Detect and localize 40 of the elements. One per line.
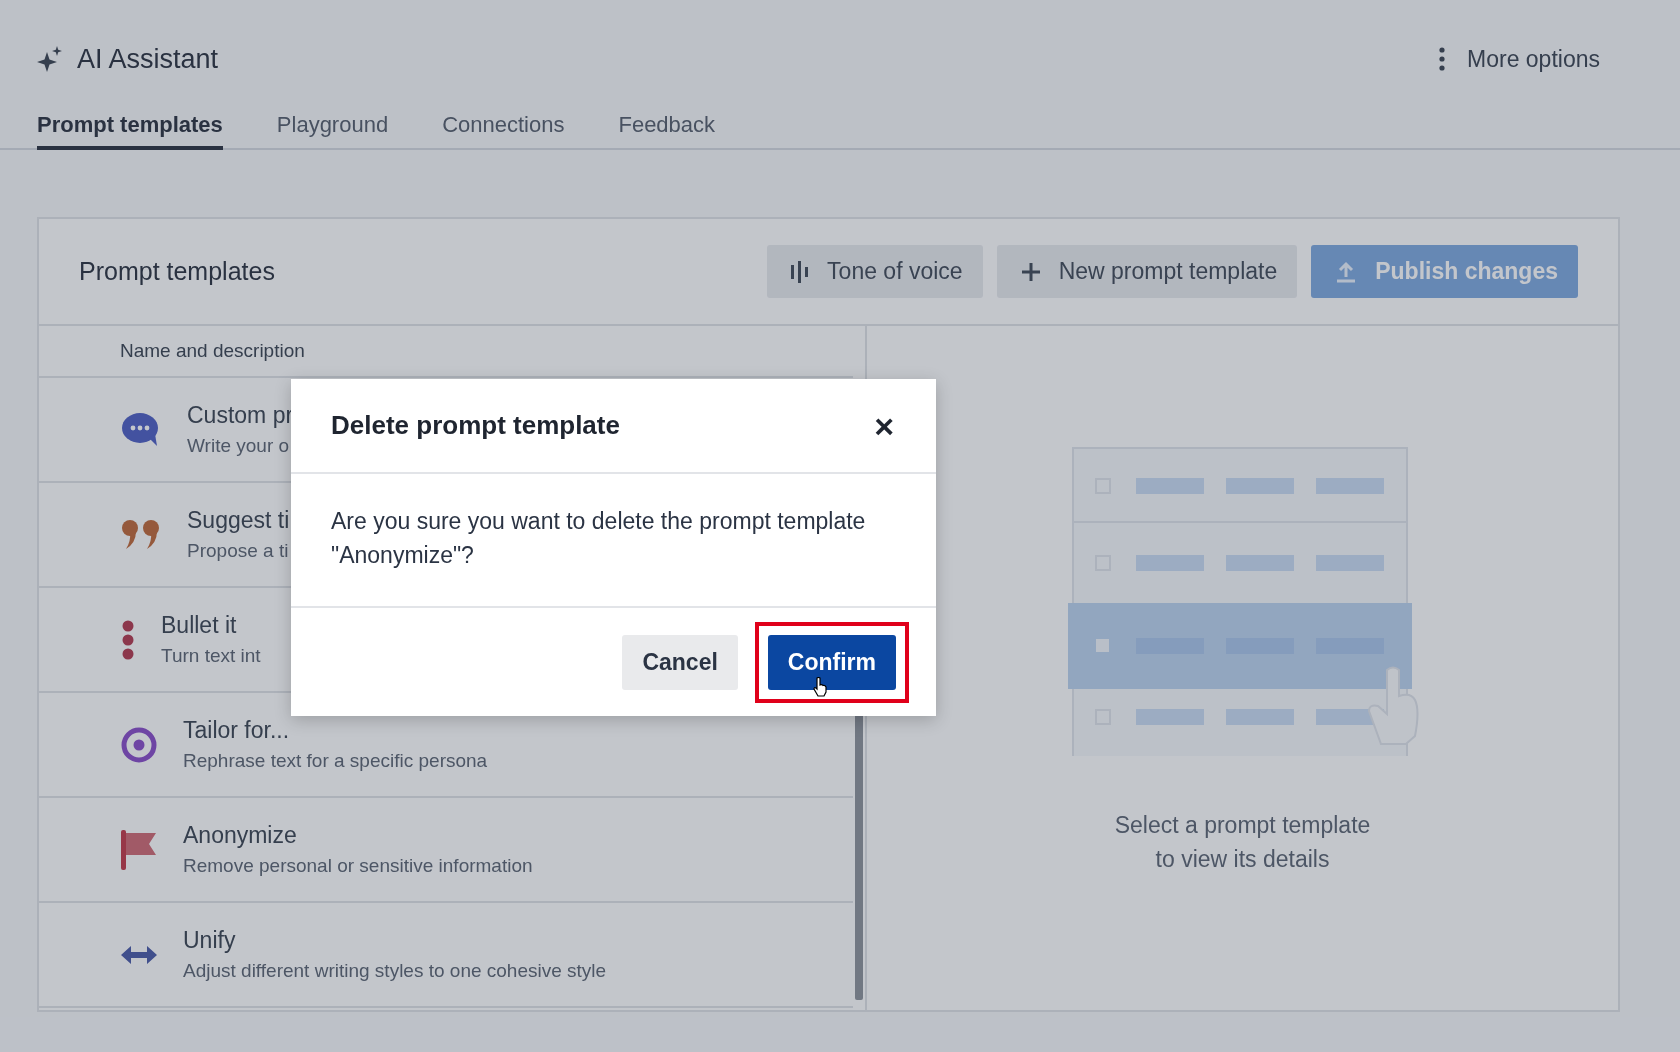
chat-bubble-icon — [121, 411, 161, 448]
template-name: Custom pr — [187, 402, 294, 429]
template-description: Adjust different writing styles to one cohesive style — [183, 960, 607, 982]
plus-icon — [1020, 261, 1041, 282]
template-description: Rephrase text for a specific persona — [183, 750, 488, 772]
quote-icon — [121, 518, 161, 551]
bullets-icon — [121, 619, 135, 660]
template-name: Bullet it — [161, 612, 238, 639]
upload-icon — [1335, 260, 1358, 283]
dialog-message: Are you sure you want to delete the prompt template "Anonymize"? — [291, 474, 936, 608]
tab[interactable]: Playground — [276, 96, 389, 150]
double-arrow-icon — [121, 944, 157, 965]
tab[interactable]: Prompt templates — [37, 96, 223, 150]
template-name: Anonymize — [183, 822, 298, 849]
template-description: Turn text int — [161, 645, 261, 667]
sparkle-icon — [37, 46, 63, 72]
template-description: Write your o — [187, 435, 291, 457]
empty-state-text: Select a prompt template to view its details — [1114, 811, 1371, 874]
dialog-button[interactable]: Confirm — [767, 634, 896, 690]
template-description: Propose a ti — [187, 540, 290, 562]
dialog-title: Delete prompt template — [331, 410, 620, 441]
toolbar-button[interactable]: New prompt template — [996, 245, 1298, 298]
equalizer-icon — [791, 260, 810, 283]
template-description: Remove personal or sensitive information — [183, 855, 533, 877]
dialog-button[interactable]: Cancel — [622, 634, 738, 690]
pointer-cursor-icon — [812, 676, 827, 697]
toolbar-button[interactable]: Tone of voice — [767, 245, 983, 298]
flag-icon — [121, 829, 157, 870]
scrollbar-thumb[interactable] — [855, 714, 863, 1000]
template-name: Unify — [183, 927, 237, 954]
app-title: AI Assistant — [77, 43, 219, 75]
close-button[interactable]: × — [870, 408, 898, 443]
more-options-button[interactable]: More options — [1439, 41, 1600, 77]
template-name: Suggest ti — [187, 507, 290, 534]
template-name: Tailor for... — [183, 717, 291, 744]
panel-title: Prompt templates — [79, 257, 275, 286]
more-icon — [1439, 47, 1446, 71]
tab[interactable]: Connections — [442, 96, 565, 150]
tab[interactable]: Feedback — [618, 96, 716, 150]
target-icon — [121, 726, 157, 763]
